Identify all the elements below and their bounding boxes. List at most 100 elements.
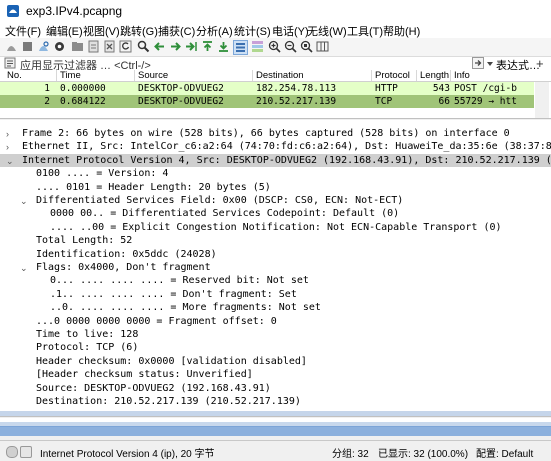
apply-filter-arrow-icon[interactable] (472, 57, 484, 69)
resize-columns-icon[interactable] (316, 40, 329, 53)
last-packet-icon[interactable] (217, 40, 230, 53)
packet-list-pane: No. Time Source Destination Protocol Len… (0, 70, 551, 119)
menu-view[interactable]: 视图(V) (83, 23, 120, 39)
menu-analyze[interactable]: 分析(A) (196, 23, 233, 39)
tcp-detail-row-partial[interactable] (0, 411, 551, 416)
stop-square-icon[interactable] (21, 40, 34, 53)
save-file-icon[interactable] (87, 40, 100, 53)
detail-row[interactable]: ...0 0000 0000 0000 = Fragment offset: 0 (0, 315, 551, 329)
collapse-arrow-icon[interactable]: ⌄ (20, 261, 28, 275)
detail-row[interactable]: Identification: 0x5ddc (24028) (0, 248, 551, 262)
detail-row[interactable]: [Header checksum status: Unverified] (0, 368, 551, 382)
column-destination-header[interactable]: Destination (252, 70, 304, 81)
detail-leaf-spacer (34, 207, 42, 221)
add-filter-button[interactable]: + (536, 56, 544, 71)
bookmark-filter-icon[interactable] (4, 57, 16, 69)
menu-edit[interactable]: 编辑(E) (46, 23, 83, 39)
reload-icon[interactable] (119, 40, 132, 53)
colorize-icon[interactable] (251, 40, 264, 53)
detail-row[interactable]: 0100 .... = Version: 4 (0, 167, 551, 181)
zoom-reset-icon[interactable] (300, 40, 313, 53)
detail-row[interactable]: ..0. .... .... .... = More fragments: No… (0, 301, 551, 315)
packet-no: 1 (44, 83, 50, 94)
detail-row[interactable]: .... ..00 = Explicit Congestion Notifica… (0, 221, 551, 235)
menu-statistics[interactable]: 统计(S) (234, 23, 271, 39)
detail-text: 0100 .... = Version: 4 (36, 168, 169, 180)
detail-text: Total Length: 52 (36, 235, 133, 247)
menu-capture[interactable]: 捕获(C) (158, 23, 195, 39)
detail-row[interactable]: 0... .... .... .... = Reserved bit: Not … (0, 274, 551, 288)
go-to-packet-icon[interactable] (185, 40, 198, 53)
detail-row[interactable]: Total Length: 52 (0, 234, 551, 248)
status-profile[interactable]: 配置: Default (476, 445, 533, 460)
menu-wireless[interactable]: 无线(W) (307, 23, 347, 39)
packet-details-pane: › Frame 2: 66 bytes on wire (528 bits), 6… (0, 120, 551, 417)
detail-text: Source: DESKTOP-ODVUEG2 (192.168.43.91) (36, 382, 271, 394)
menu-tools[interactable]: 工具(T) (347, 23, 383, 39)
column-info-header[interactable]: Info (450, 70, 470, 81)
status-displayed-count: 已显示: 32 (100.0%) (378, 449, 469, 460)
detail-row[interactable]: Time to live: 128 (0, 328, 551, 342)
detail-text: 0... .... .... .... = Reserved bit: Not … (50, 275, 309, 287)
main-toolbar (0, 38, 551, 57)
collapse-arrow-icon[interactable]: ⌄ (20, 194, 28, 208)
autoscroll-icon[interactable] (233, 40, 248, 55)
column-time-header[interactable]: Time (56, 70, 81, 81)
packet-length: 543 (432, 83, 450, 94)
detail-row[interactable]: ⌄ Internet Protocol Version 4, Src: DESKT… (0, 154, 551, 168)
forward-arrow-icon[interactable] (169, 40, 182, 53)
back-arrow-icon[interactable] (153, 40, 166, 53)
detail-leaf-spacer (20, 181, 28, 195)
detail-row[interactable]: Destination: 210.52.217.139 (210.52.217.… (0, 395, 551, 409)
detail-row[interactable]: ⌄ Flags: 0x4000, Don't fragment (0, 261, 551, 275)
first-packet-icon[interactable] (201, 40, 214, 53)
column-length-header[interactable]: Length (416, 70, 449, 81)
detail-row[interactable]: 0000 00.. = Differentiated Services Code… (0, 207, 551, 221)
restart-shark-icon[interactable] (37, 40, 50, 53)
detail-row[interactable]: › Ethernet II, Src: IntelCor_c6:a2:64 (74… (0, 140, 551, 154)
detail-text: ..0. .... .... .... = More fragments: No… (50, 302, 321, 314)
status-bar: Internet Protocol Version 4 (ip), 20 字节 … (0, 440, 551, 461)
detail-row[interactable]: .1.. .... .... .... = Don't fragment: Se… (0, 288, 551, 302)
menu-file[interactable]: 文件(F) (5, 23, 41, 39)
packet-row-2-selected[interactable]: 2 0.684122 DESKTOP-ODVUEG2 210.52.217.13… (0, 95, 534, 108)
detail-row[interactable]: .... 0101 = Header Length: 20 bytes (5) (0, 181, 551, 195)
detail-row[interactable]: Protocol: TCP (6) (0, 341, 551, 355)
zoom-in-icon[interactable] (268, 40, 281, 53)
packet-list-scrollbar[interactable] (535, 82, 549, 118)
find-packet-icon[interactable] (137, 40, 150, 53)
detail-text: Ethernet II, Src: IntelCor_c6:a2:64 (74:… (22, 141, 551, 153)
packet-length: 66 (438, 96, 450, 107)
packet-bytes-splitter[interactable] (0, 418, 551, 436)
detail-text: Differentiated Services Field: 0x00 (DSC… (36, 195, 404, 206)
column-no-header[interactable]: No. (4, 70, 22, 81)
packet-row-1[interactable]: 1 0.000000 DESKTOP-ODVUEG2 182.254.78.11… (0, 82, 534, 95)
detail-row[interactable]: Source: DESKTOP-ODVUEG2 (192.168.43.91) (0, 382, 551, 396)
shark-fin-start-icon[interactable] (5, 40, 18, 53)
open-folder-icon[interactable] (71, 40, 84, 53)
column-source-header[interactable]: Source (134, 70, 168, 81)
detail-row[interactable]: ⌄ Differentiated Services Field: 0x00 (DS… (0, 194, 551, 208)
column-protocol-header[interactable]: Protocol (371, 70, 410, 81)
detail-row[interactable]: Header checksum: 0x0000 [validation disa… (0, 355, 551, 369)
collapse-arrow-icon[interactable]: ⌄ (6, 154, 14, 168)
capture-comment-icon[interactable] (20, 446, 32, 458)
menu-go[interactable]: 跳转(G) (120, 23, 158, 39)
detail-row[interactable]: › Frame 2: 66 bytes on wire (528 bits), 6… (0, 127, 551, 141)
packet-info: POST /cgi-b (454, 83, 517, 94)
filter-history-dropdown-icon[interactable] (486, 58, 494, 69)
status-packets-count: 分组: 32 (332, 449, 369, 460)
wireshark-app-icon (6, 4, 20, 18)
menu-telephony[interactable]: 电话(Y) (272, 23, 309, 39)
expand-arrow-icon[interactable]: › (6, 140, 14, 154)
packet-time: 0.000000 (60, 83, 106, 94)
menu-help[interactable]: 帮助(H) (383, 23, 420, 39)
expert-info-icon[interactable] (6, 446, 18, 458)
close-file-icon[interactable] (103, 40, 116, 53)
detail-text: 0000 00.. = Differentiated Services Code… (50, 208, 400, 220)
detail-leaf-spacer (20, 315, 28, 329)
detail-leaf-spacer (20, 395, 28, 409)
gear-options-icon[interactable] (53, 40, 66, 53)
expand-arrow-icon[interactable]: › (6, 127, 14, 141)
zoom-out-icon[interactable] (284, 40, 297, 53)
